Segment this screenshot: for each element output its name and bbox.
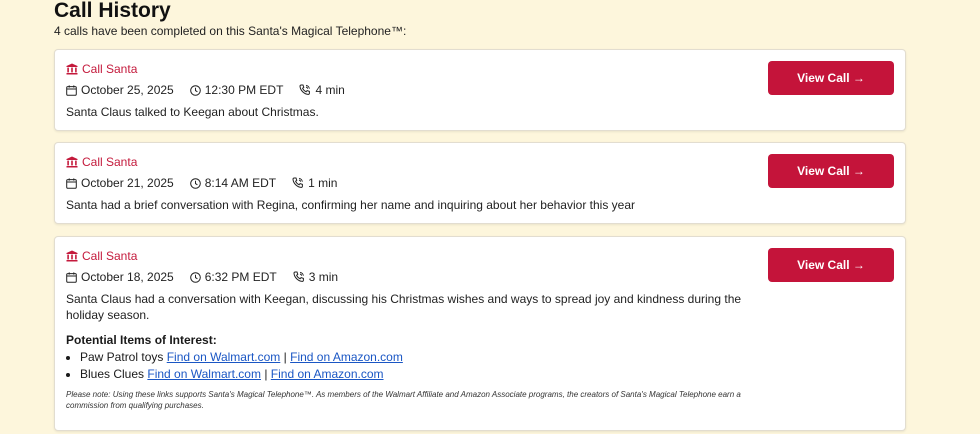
call-date: October 18, 2025	[66, 269, 174, 285]
call-duration-text: 1 min	[308, 176, 338, 190]
list-item: Blues Clues Find on Walmart.com | Find o…	[80, 366, 894, 383]
item-name: Paw Patrol toys	[80, 350, 164, 364]
view-call-button[interactable]: View Call →	[768, 61, 894, 95]
call-date-text: October 18, 2025	[81, 270, 174, 284]
building-icon	[66, 63, 78, 75]
view-call-button[interactable]: View Call →	[768, 154, 894, 188]
phone-icon	[293, 271, 305, 283]
call-history-page: Call History 4 calls have been completed…	[54, 0, 906, 431]
call-time: 12:30 PM EDT	[189, 82, 284, 98]
call-card: Call Santa October 25, 2025 12:30 PM EDT…	[54, 49, 906, 131]
call-label-text: Call Santa	[82, 62, 138, 76]
clock-icon	[189, 84, 201, 96]
building-icon	[66, 250, 78, 262]
call-duration: 3 min	[293, 269, 338, 285]
page-title: Call History	[54, 0, 171, 22]
call-date: October 25, 2025	[66, 82, 174, 98]
call-card: Call Santa October 21, 2025 8:14 AM EDT …	[54, 142, 906, 224]
interest-list: Paw Patrol toys Find on Walmart.com | Fi…	[66, 349, 894, 383]
clock-icon	[189, 271, 201, 283]
interest-title: Potential Items of Interest:	[66, 333, 217, 347]
affiliate-note: Please note: Using these links supports …	[66, 390, 741, 410]
call-label-text: Call Santa	[82, 155, 138, 169]
calendar-icon	[66, 177, 77, 189]
page-subtitle: 4 calls have been completed on this Sant…	[54, 24, 407, 38]
phone-icon	[292, 177, 304, 189]
walmart-link[interactable]: Find on Walmart.com	[147, 367, 261, 381]
link-separator: |	[264, 367, 268, 381]
building-icon	[66, 156, 78, 168]
call-date: October 21, 2025	[66, 175, 174, 191]
call-label-text: Call Santa	[82, 249, 138, 263]
view-call-button[interactable]: View Call →	[768, 248, 894, 282]
call-card: Call Santa October 18, 2025 6:32 PM EDT …	[54, 236, 906, 431]
call-time: 8:14 AM EDT	[189, 175, 277, 191]
call-summary: Santa Claus had a conversation with Keeg…	[66, 292, 742, 322]
calendar-icon	[66, 84, 77, 96]
link-separator: |	[283, 350, 287, 364]
phone-icon	[299, 84, 311, 96]
call-duration-text: 4 min	[315, 83, 345, 97]
call-summary: Santa had a brief conversation with Regi…	[66, 198, 636, 212]
walmart-link[interactable]: Find on Walmart.com	[167, 350, 281, 364]
call-date-text: October 21, 2025	[81, 176, 174, 190]
amazon-link[interactable]: Find on Amazon.com	[271, 367, 384, 381]
call-duration-text: 3 min	[308, 270, 339, 284]
item-name: Blues Clues	[80, 367, 145, 381]
call-time-text: 8:14 AM EDT	[204, 176, 277, 190]
call-duration: 1 min	[292, 175, 337, 191]
call-date-text: October 25, 2025	[81, 83, 174, 97]
list-item: Paw Patrol toys Find on Walmart.com | Fi…	[80, 349, 894, 366]
call-summary: Santa Claus talked to Keegan about Chris…	[66, 105, 319, 119]
call-time-text: 6:32 PM EDT	[204, 270, 277, 284]
calendar-icon	[66, 271, 77, 283]
clock-icon	[189, 177, 201, 189]
amazon-link[interactable]: Find on Amazon.com	[290, 350, 403, 364]
call-time: 6:32 PM EDT	[189, 269, 277, 285]
call-duration: 4 min	[299, 82, 345, 98]
call-time-text: 12:30 PM EDT	[204, 83, 284, 97]
